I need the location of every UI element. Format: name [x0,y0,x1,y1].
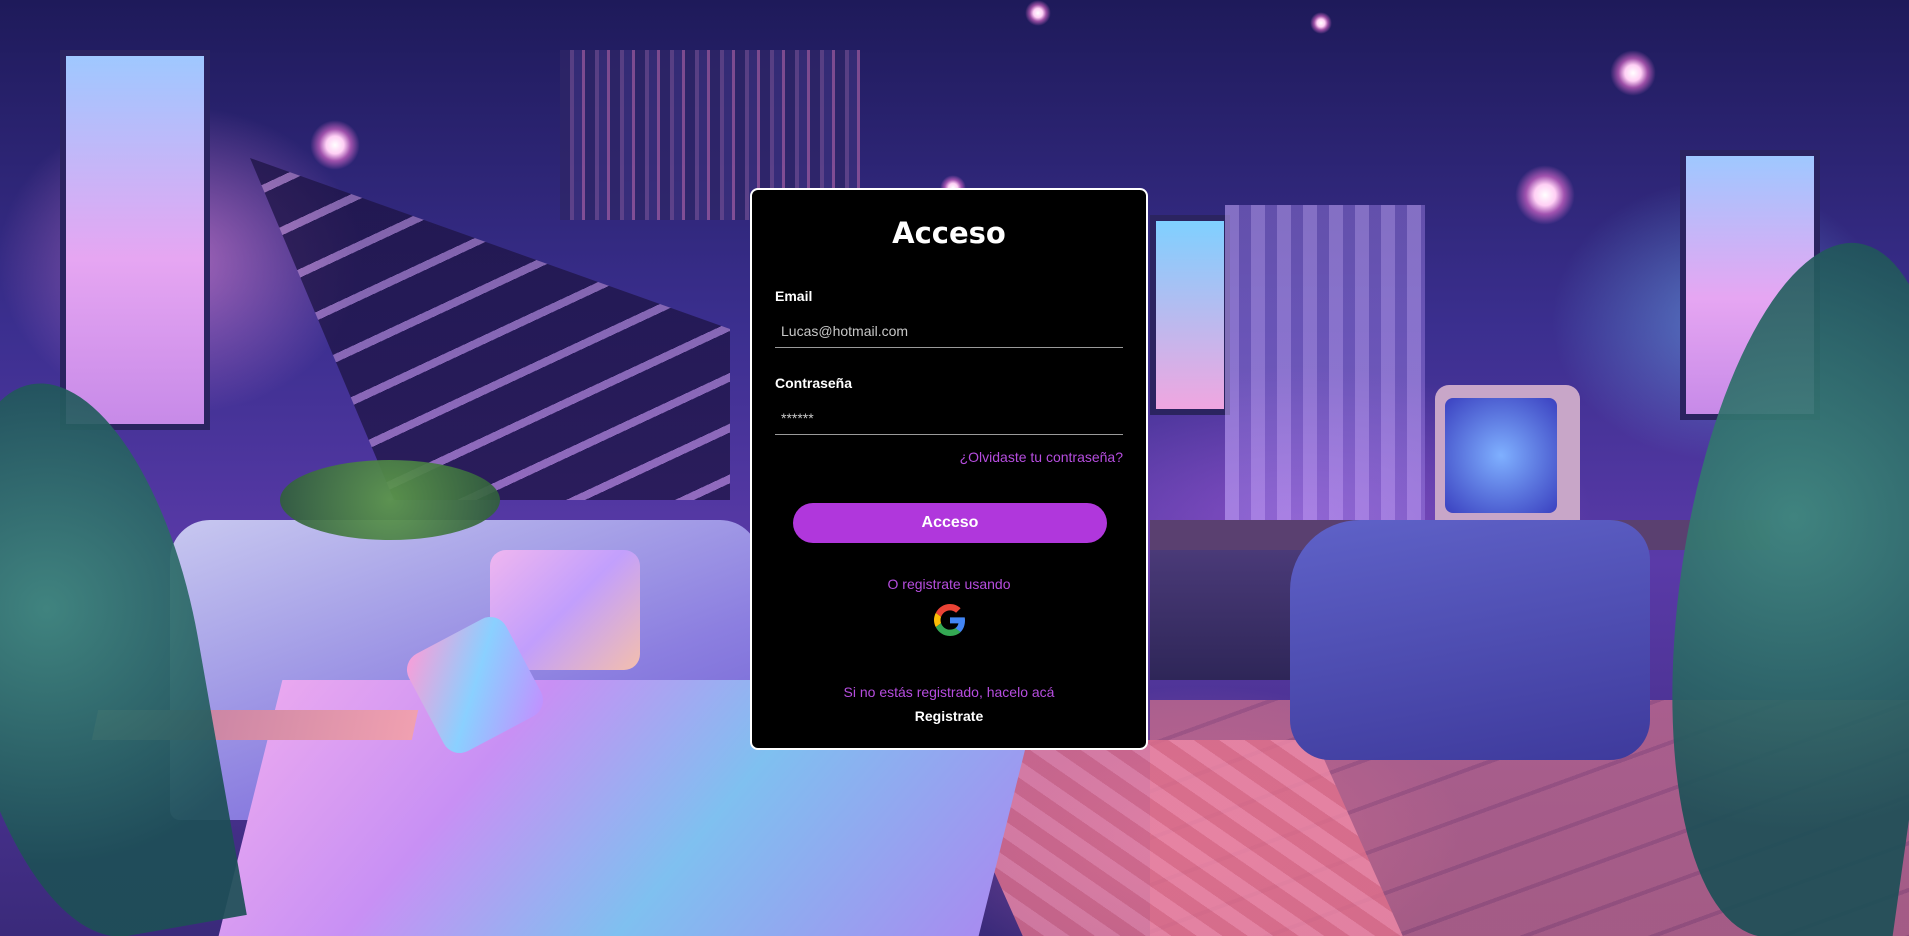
background-plant [280,460,500,540]
background-lamp [1515,165,1575,225]
password-input[interactable] [775,401,1123,435]
login-submit-button[interactable]: Acceso [793,503,1107,543]
background-armchair [1290,520,1650,760]
background-window-middle [1150,215,1230,415]
background-curtain [1225,205,1425,535]
background-window-left [60,50,210,430]
background-lamp [1610,50,1656,96]
background-lamp [1025,0,1051,26]
login-card: Acceso Email Contraseña ¿Olvidaste tu co… [750,188,1148,750]
login-title: Acceso [892,216,1006,250]
register-with-text: O registrate usando [887,576,1011,592]
no-account-text: Si no estás registrado, hacelo acá [843,684,1055,700]
register-link[interactable]: Registrate [752,708,1146,724]
forgot-password-link[interactable]: ¿Olvidaste tu contraseña? [960,449,1123,465]
background-lamp [310,120,360,170]
background-tv-screen [1445,398,1557,513]
email-input[interactable] [775,314,1123,348]
google-icon[interactable] [934,604,966,636]
background-lamp [1310,12,1332,34]
email-label: Email [775,288,813,304]
password-label: Contraseña [775,375,853,391]
